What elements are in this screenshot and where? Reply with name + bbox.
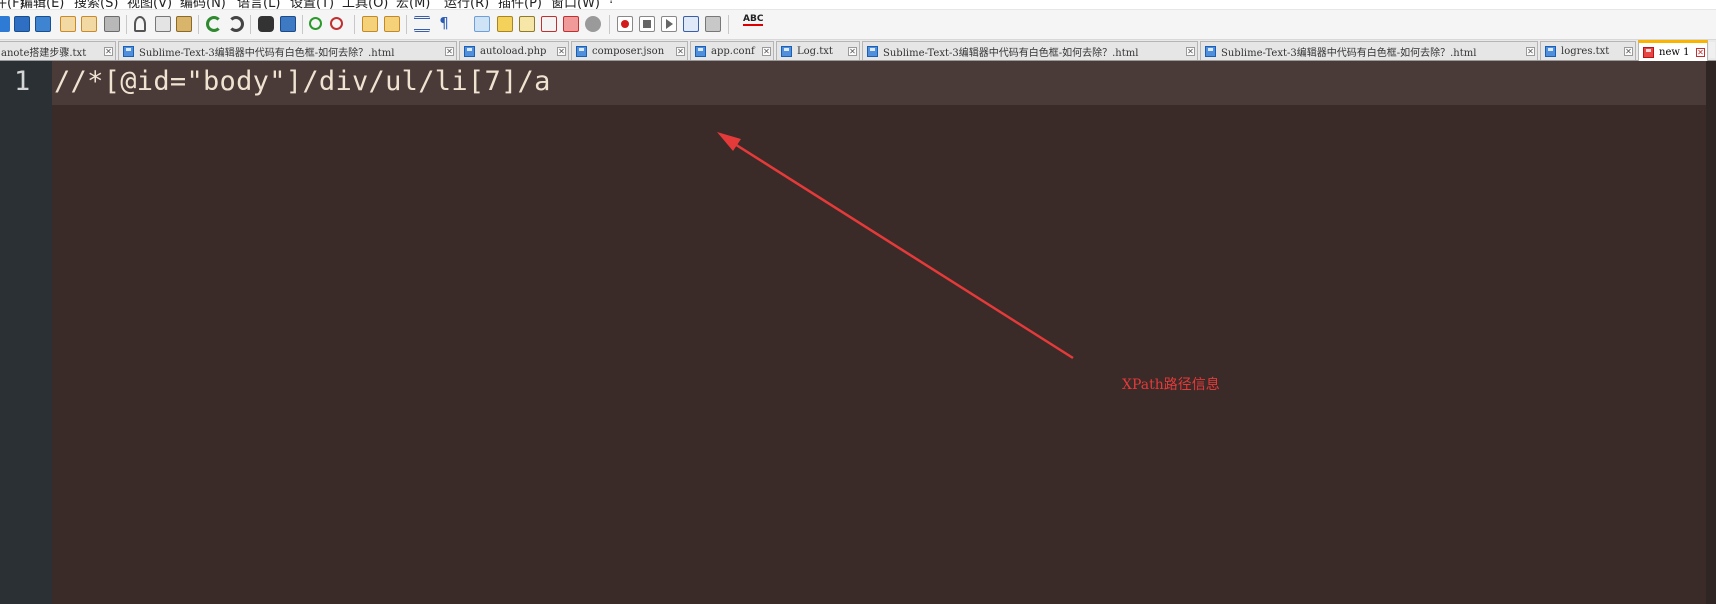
arrow-shaft [729,139,1074,360]
annotation-label: XPath路径信息 [1122,377,1220,393]
arrow-head [717,132,741,151]
annotation-arrow [717,132,1074,360]
